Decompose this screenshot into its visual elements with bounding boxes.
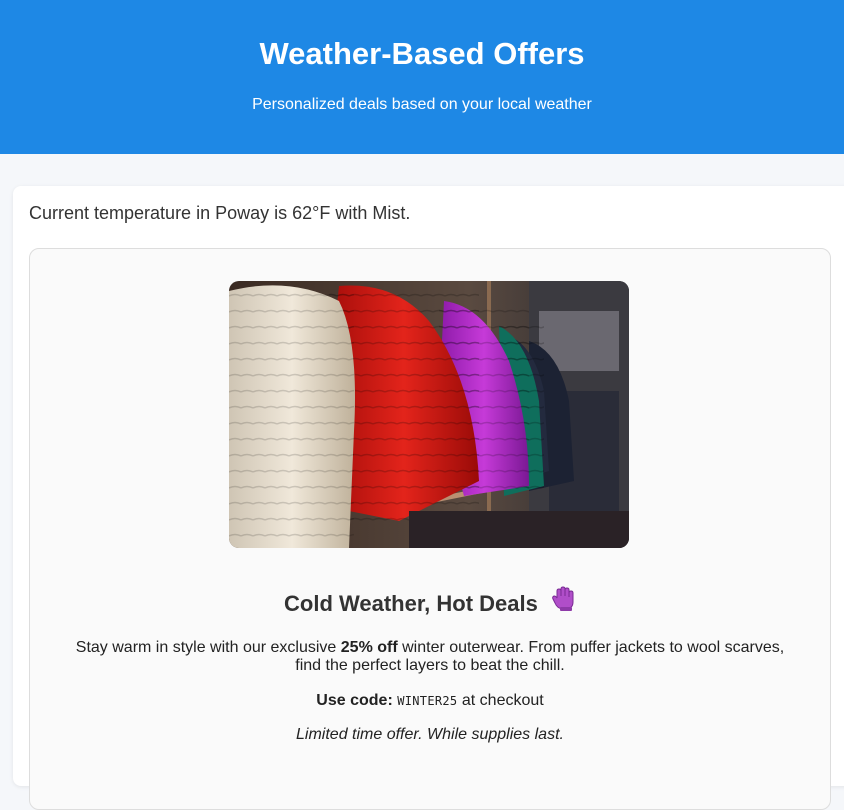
offer-note: Limited time offer. While supplies last. [296, 726, 564, 743]
promo-code-label: Use code: [316, 692, 393, 709]
promo-code[interactable]: WINTER25 [397, 694, 457, 708]
page-subtitle: Personalized deals based on your local w… [252, 96, 592, 113]
page-header: Weather-Based Offers Personalized deals … [0, 0, 844, 154]
discount-amount: 25% off [340, 639, 398, 656]
promo-code-suffix: at checkout [461, 692, 544, 709]
offer-description: Stay warm in style with our exclusive 25… [70, 639, 790, 675]
promo-code-line: Use code: WINTER25 at checkout [30, 691, 830, 711]
offers-card: Current temperature in Poway is 62°F wit… [13, 186, 844, 810]
offer-description-text: Stay warm in style with our exclusive [75, 639, 341, 656]
weather-summary: Current temperature in Poway is 62°F wit… [29, 203, 411, 223]
page-title: Weather-Based Offers [259, 36, 585, 71]
offer-card: Cold Weather, Hot Deals Stay warm in sty… [29, 248, 831, 810]
offer-image [229, 281, 629, 548]
offer-title: Cold Weather, Hot Deals [30, 586, 830, 620]
gloves-icon [552, 586, 576, 620]
offer-title-text: Cold Weather, Hot Deals [284, 591, 538, 616]
